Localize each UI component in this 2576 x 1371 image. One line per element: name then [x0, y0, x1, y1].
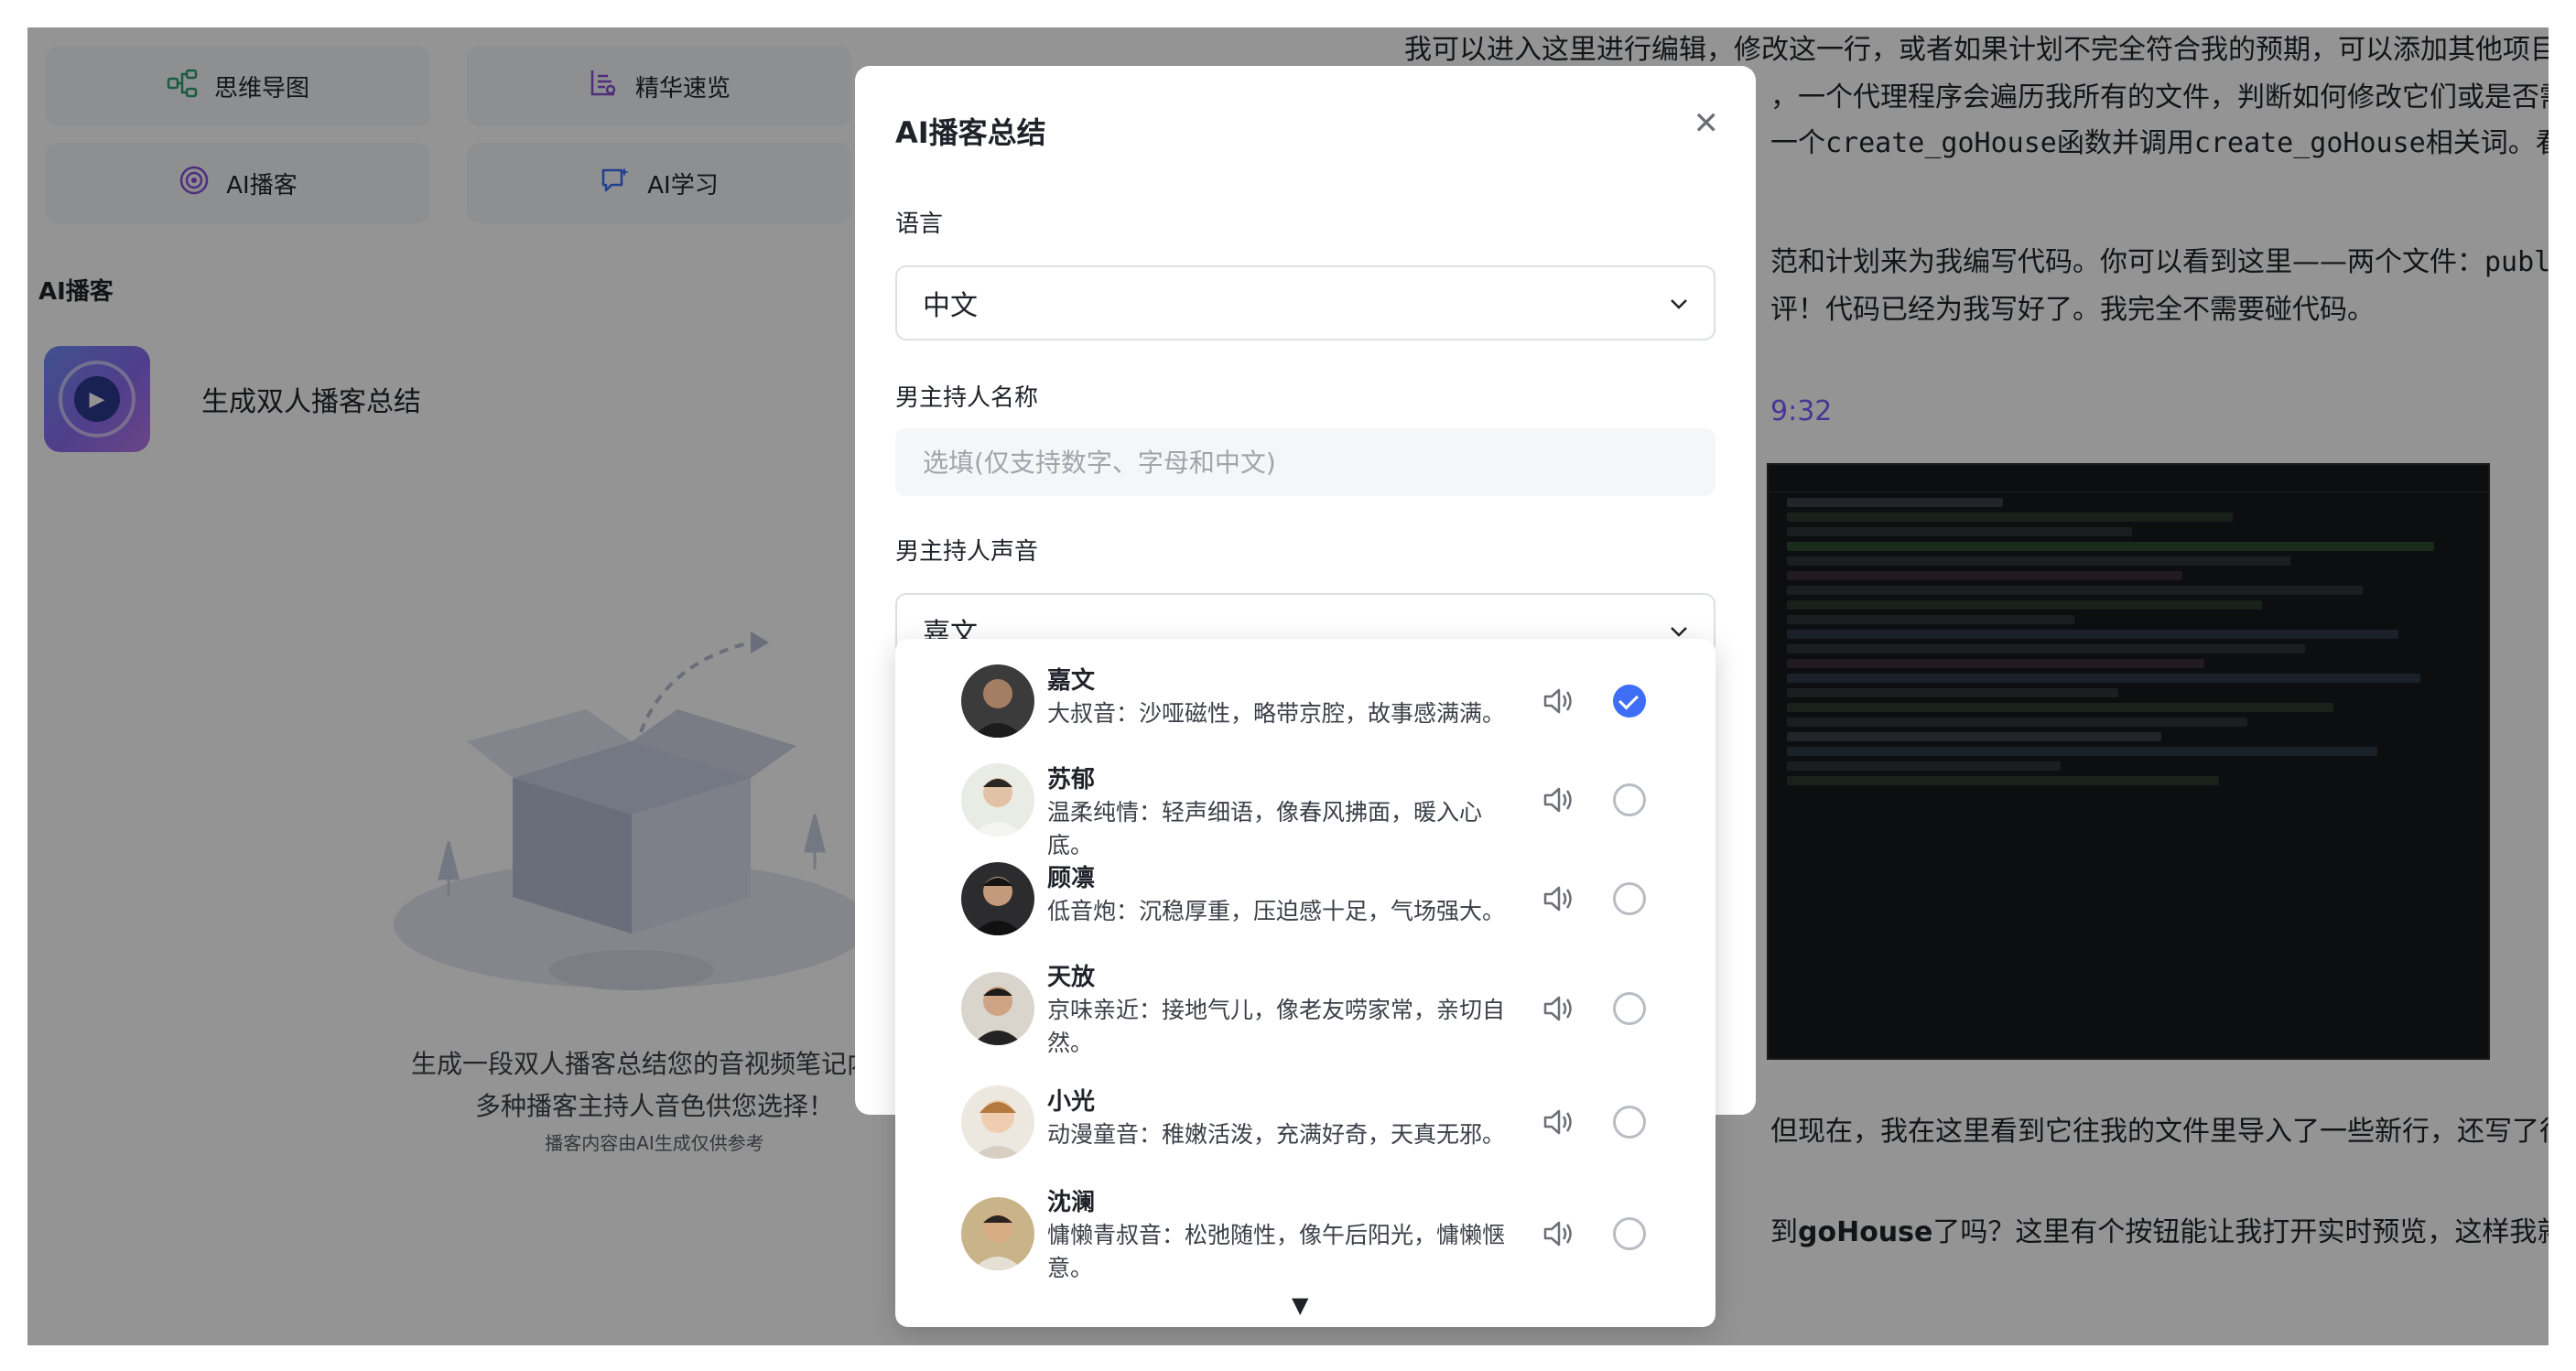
avatar: [961, 664, 1034, 738]
radio-selected[interactable]: [1613, 685, 1646, 718]
speaker-icon[interactable]: [1540, 990, 1576, 1027]
voice-option-jiawen[interactable]: 嘉文 大叔音：沙哑磁性，略带京腔，故事感满满。: [895, 664, 1716, 754]
voice-name: 苏郁: [1047, 766, 1096, 793]
voice-name: 小光: [1047, 1088, 1096, 1116]
speaker-icon[interactable]: [1540, 1215, 1576, 1252]
chevron-down-icon: [1670, 292, 1688, 315]
voice-description: 京味亲近：接地气儿，像老友唠家常，亲切自然。: [1047, 997, 1506, 1056]
voice-name: 天放: [1047, 964, 1096, 991]
male-host-voice-label: 男主持人声音: [895, 538, 1039, 566]
voice-name: 沈澜: [1047, 1189, 1096, 1216]
speaker-icon[interactable]: [1540, 683, 1576, 719]
voice-option-xiaoguang[interactable]: 小光 动漫童音：稚嫩活泼，充满好奇，天真无邪。: [895, 1085, 1716, 1175]
voice-name: 嘉文: [1047, 667, 1096, 695]
male-host-name-input[interactable]: [923, 447, 1688, 478]
voice-description: 温柔纯情：轻声细语，像春风拂面，暖入心底。: [1047, 799, 1483, 858]
avatar: [961, 1085, 1034, 1159]
voice-option-gulin[interactable]: 顾凛 低音炮：沉稳厚重，压迫感十足，气场强大。: [895, 862, 1716, 952]
scroll-down-icon[interactable]: ▼: [1292, 1292, 1308, 1318]
dialog-title: AI播客总结: [895, 115, 1046, 150]
close-icon[interactable]: ✕: [1694, 108, 1720, 139]
avatar: [961, 1197, 1034, 1270]
radio-unselected[interactable]: [1613, 1106, 1646, 1139]
speaker-icon[interactable]: [1540, 782, 1576, 818]
voice-description: 大叔音：沙哑磁性，略带京腔，故事感满满。: [1047, 700, 1506, 727]
avatar: [961, 763, 1034, 837]
voice-description: 慵懒青叔音：松弛随性，像午后阳光，慵懒惬意。: [1047, 1222, 1506, 1281]
voice-description: 动漫童音：稚嫩活泼，充满好奇，天真无邪。: [1047, 1121, 1506, 1148]
radio-unselected[interactable]: [1613, 882, 1646, 915]
language-label: 语言: [895, 211, 944, 238]
voice-option-shenlan[interactable]: 沈澜 慵懒青叔音：松弛随性，像午后阳光，慵懒惬意。: [895, 1186, 1716, 1289]
radio-unselected[interactable]: [1613, 992, 1646, 1025]
avatar: [961, 972, 1034, 1045]
voice-option-tianfang[interactable]: 天放 京味亲近：接地气儿，像老友唠家常，亲切自然。: [895, 961, 1716, 1063]
voice-description: 低音炮：沉稳厚重，压迫感十足，气场强大。: [1047, 898, 1506, 924]
speaker-icon[interactable]: [1540, 880, 1576, 917]
language-value: 中文: [923, 290, 978, 322]
voice-option-suyu[interactable]: 苏郁 温柔纯情：轻声细语，像春风拂面，暖入心底。: [895, 763, 1716, 858]
app-frame: 思维导图 精华速览 AI播客 AI学习 AI播客 ▶ 生成双人播客总结 生成一段…: [27, 27, 2549, 1345]
radio-unselected[interactable]: [1613, 1217, 1646, 1250]
male-host-name-field[interactable]: [895, 428, 1716, 496]
male-host-name-label: 男主持人名称: [895, 384, 1039, 412]
voice-name: 顾凛: [1047, 865, 1096, 892]
language-select[interactable]: 中文: [895, 265, 1716, 340]
radio-unselected[interactable]: [1613, 783, 1646, 816]
avatar: [961, 862, 1034, 935]
speaker-icon[interactable]: [1540, 1104, 1576, 1140]
voice-dropdown-list: 嘉文 大叔音：沙哑磁性，略带京腔，故事感满满。 苏郁 温柔纯情：轻声细语，像春风…: [895, 639, 1716, 1327]
